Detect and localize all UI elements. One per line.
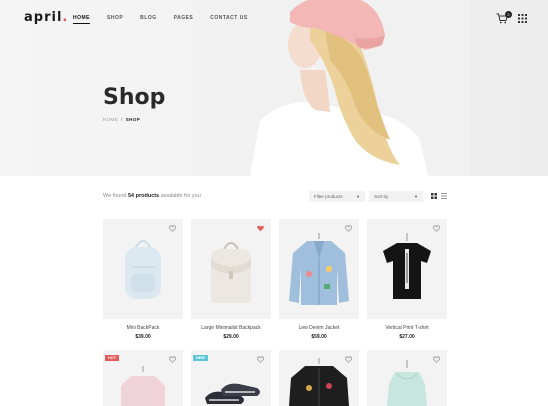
wishlist-heart-icon[interactable]: [433, 356, 440, 363]
chevron-down-icon: ▼: [356, 194, 360, 199]
main-nav: HOME SHOP BLOG PAGES CONTACT US: [73, 15, 265, 24]
nav-item-pages[interactable]: PAGES: [174, 15, 194, 24]
product-name[interactable]: Vertical Print T-shirt: [367, 325, 447, 331]
wishlist-heart-icon[interactable]: [433, 225, 440, 232]
wishlist-heart-icon[interactable]: [169, 356, 176, 363]
product-card[interactable]: [279, 350, 359, 406]
new-badge: NEW: [193, 355, 208, 361]
breadcrumb: HOME / SHOP: [103, 117, 140, 122]
top-navbar: april. HOME SHOP BLOG PAGES CONTACT US 2: [0, 0, 548, 36]
product-image[interactable]: [191, 219, 271, 319]
wishlist-heart-icon[interactable]: [169, 225, 176, 232]
product-image[interactable]: [367, 219, 447, 319]
product-card[interactable]: NEW: [191, 350, 271, 406]
product-card[interactable]: [367, 350, 447, 406]
product-price: $59.00: [311, 334, 327, 340]
product-name[interactable]: Lew Denim Jacket: [279, 325, 359, 331]
cart-count-badge: 2: [505, 11, 512, 18]
page-title: Shop: [103, 85, 166, 110]
nav-item-blog[interactable]: BLOG: [140, 15, 156, 24]
grid-menu-icon[interactable]: [518, 14, 527, 23]
wishlist-heart-icon[interactable]: [257, 225, 264, 232]
product-price: $29.00: [223, 334, 239, 340]
product-image[interactable]: [367, 350, 447, 406]
product-image[interactable]: [103, 219, 183, 319]
results-count-text: We found 54 products available for you: [103, 193, 201, 199]
product-card[interactable]: Large Minimalist Backpack $29.00: [191, 219, 271, 344]
results-count: 54 products: [127, 193, 160, 199]
nav-item-contact[interactable]: CONTACT US: [210, 15, 247, 24]
product-card[interactable]: Vertical Print T-shirt $27.00: [367, 219, 447, 344]
sort-by-select[interactable]: Sort by ▼: [369, 191, 423, 202]
product-image[interactable]: HOT: [103, 350, 183, 406]
nav-item-shop[interactable]: SHOP: [107, 15, 123, 24]
wishlist-heart-icon[interactable]: [345, 356, 352, 363]
grid-view-icon[interactable]: [431, 193, 437, 199]
breadcrumb-current: SHOP: [125, 117, 141, 122]
tshirt-image: [383, 233, 431, 299]
filter-products-select[interactable]: Filter products ▼: [309, 191, 365, 202]
product-price: $39.00: [135, 334, 151, 340]
product-name[interactable]: Mini BackPack: [103, 325, 183, 331]
product-card[interactable]: HOT: [103, 350, 183, 406]
product-card[interactable]: Mini BackPack $39.00: [103, 219, 183, 344]
nav-item-home[interactable]: HOME: [73, 15, 90, 24]
product-image[interactable]: [279, 350, 359, 406]
breadcrumb-home[interactable]: HOME: [103, 117, 118, 122]
large-backpack-image: [211, 242, 251, 303]
product-card[interactable]: Lew Denim Jacket $59.00: [279, 219, 359, 344]
product-name[interactable]: Large Minimalist Backpack: [191, 325, 271, 331]
wishlist-heart-icon[interactable]: [257, 356, 264, 363]
chevron-down-icon: ▼: [414, 194, 418, 199]
breadcrumb-separator: /: [121, 117, 123, 122]
product-image[interactable]: NEW: [191, 350, 271, 406]
list-view-icon[interactable]: [441, 193, 447, 199]
mini-backpack-image: [125, 240, 161, 299]
denim-jacket-image: [289, 233, 349, 305]
wishlist-heart-icon[interactable]: [345, 225, 352, 232]
product-price: $27.00: [399, 334, 415, 340]
hot-badge: HOT: [105, 355, 120, 361]
brand-logo[interactable]: april.: [24, 10, 68, 25]
product-image[interactable]: [279, 219, 359, 319]
